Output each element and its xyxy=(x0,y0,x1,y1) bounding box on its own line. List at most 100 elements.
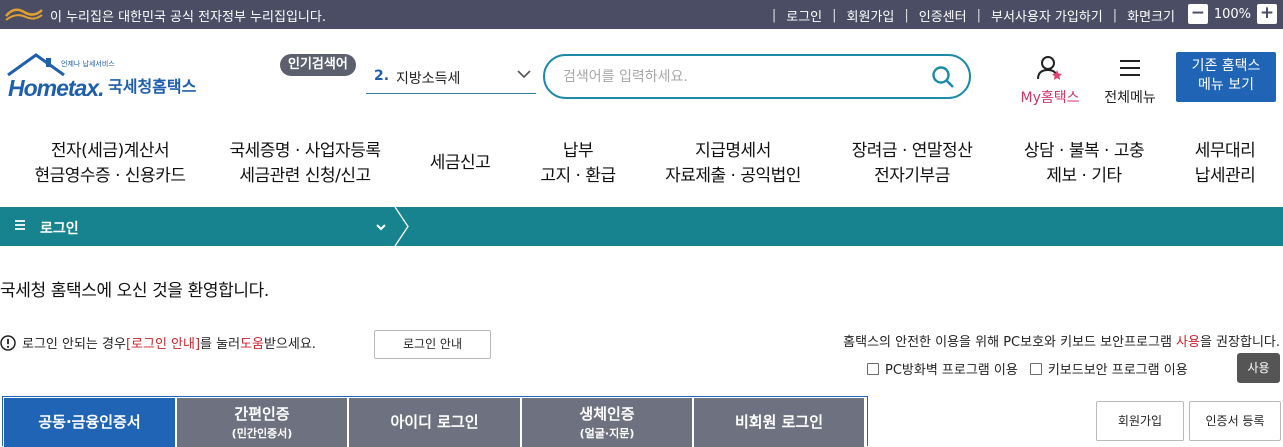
nav-tax-filing[interactable]: 세금신고 xyxy=(418,151,502,176)
nav-certificates[interactable]: 국세증명 · 사업자등록 세금관련 신청/신고 xyxy=(212,139,398,189)
popular-search-badge: 인기검색어 xyxy=(280,54,356,76)
security-options: PC방화벽 프로그램 이용 키보드보안 프로그램 이용 xyxy=(867,359,1188,378)
my-hometax-link[interactable]: My홈택스 xyxy=(1014,55,1086,107)
popular-rank: 2. xyxy=(374,68,390,84)
chevron-down-icon xyxy=(376,224,386,231)
tab-biometric[interactable]: 생체인증 (얼굴·지문) xyxy=(522,398,692,447)
zoom-in-button[interactable]: + xyxy=(1257,4,1277,24)
nav-label: 국세증명 · 사업자등록 xyxy=(229,141,381,161)
nav-label: 납세관리 xyxy=(1194,166,1256,186)
zoom-out-button[interactable]: − xyxy=(1187,4,1208,24)
tab-sublabel: (얼굴·지문) xyxy=(579,427,635,440)
all-menu-label: 전체메뉴 xyxy=(1104,90,1156,106)
tab-label: 공동·금융인증서 xyxy=(38,413,141,431)
warning-icon xyxy=(0,334,16,351)
search-box xyxy=(543,54,971,99)
site-header: 언제나 납세서비스 Hometax. 국세청홈택스 인기검색어 2. 지방소득세… xyxy=(0,29,1283,119)
gov-link-join[interactable]: 회원가입 xyxy=(847,6,895,25)
notice-text: 로그인 안되는 경우 xyxy=(22,337,126,352)
gov-notice-text: 이 누리집은 대한민국 공식 전자정부 누리집입니다. xyxy=(50,10,326,25)
use-security-button[interactable]: 사용 xyxy=(1237,353,1280,383)
popular-search-dropdown[interactable]: 2. 지방소득세 xyxy=(366,64,536,94)
login-method-tabs: 공동·금융인증서 간편인증 (민간인증서) 아이디 로그인 생체인증 (얼굴·지… xyxy=(2,396,868,447)
user-icon xyxy=(1037,56,1062,80)
nav-label: 제보 · 기타 xyxy=(1046,166,1122,186)
location-bar: 로그인 xyxy=(0,207,1283,246)
old-home-line1: 기존 홈택스 xyxy=(1191,58,1261,74)
tab-label: 간편인증 xyxy=(234,405,290,423)
notice-text: 받으세요. xyxy=(263,337,316,352)
nav-label: 지급명세서 xyxy=(695,141,771,161)
cert-register-button[interactable]: 인증서 등록 xyxy=(1189,401,1281,441)
nav-label: 전자(세금)계산서 xyxy=(50,141,170,161)
login-help-notice: 로그인 안되는 경우 [로그인 안내] 를 눌러 도움 받으세요. xyxy=(0,333,316,352)
security-recommendation: 홈택스의 안전한 이용을 위해 PC보호와 키보드 보안프로그램 사용을 권장합… xyxy=(843,331,1280,350)
zoom-value: 100% xyxy=(1213,6,1251,22)
tab-joint-cert[interactable]: 공동·금융인증서 xyxy=(4,398,175,447)
search-icon[interactable] xyxy=(931,65,955,89)
keyboard-security-checkbox[interactable] xyxy=(1029,362,1042,375)
gov-link-cert-center[interactable]: 인증센터 xyxy=(919,6,967,25)
security-use-text: 사용 xyxy=(1176,335,1200,350)
nav-payment-statement[interactable]: 지급명세서 자료제출 · 공익법인 xyxy=(650,139,816,189)
join-button[interactable]: 회원가입 xyxy=(1096,401,1184,441)
zoom-control: − 100% + xyxy=(1187,4,1277,24)
notice-text: 를 눌러 xyxy=(200,337,241,352)
nav-label: 자료제출 · 공익법인 xyxy=(665,166,801,186)
location-current: 로그인 xyxy=(40,221,79,237)
logo-wordmark: Hometax. xyxy=(8,75,105,101)
gov-link-dept-join[interactable]: 부서사용자 가입하기 xyxy=(991,6,1103,25)
old-hometax-button[interactable]: 기존 홈택스 메뉴 보기 xyxy=(1176,52,1276,102)
notice-guide-link[interactable]: [로그인 안내] xyxy=(126,333,200,352)
old-home-line2: 메뉴 보기 xyxy=(1198,77,1254,93)
all-menu-button[interactable]: 전체메뉴 xyxy=(1098,55,1162,107)
tab-label: 생체인증 xyxy=(579,405,635,423)
nav-einvoice[interactable]: 전자(세금)계산서 현금영수증 · 신용카드 xyxy=(20,139,200,189)
security-text: 홈택스의 안전한 이용을 위해 PC보호와 키보드 보안프로그램 xyxy=(843,335,1177,350)
my-hometax-label: My홈택스 xyxy=(1020,90,1080,106)
nav-label: 현금영수증 · 신용카드 xyxy=(34,166,186,186)
nav-label: 고지 · 환급 xyxy=(540,166,616,186)
tab-sublabel: (민간인증서) xyxy=(231,427,293,440)
breadcrumb-separator-icon xyxy=(394,207,409,246)
gov-emblem-icon xyxy=(5,8,43,21)
nav-label: 장려금 · 연말정산 xyxy=(851,141,973,161)
keyboard-security-label: 키보드보안 프로그램 이용 xyxy=(1047,363,1188,378)
notice-help-text: 도움 xyxy=(240,337,264,352)
nav-label: 상담 · 불복 · 고충 xyxy=(1023,141,1145,161)
gov-link-login[interactable]: 로그인 xyxy=(786,6,822,25)
pc-firewall-label: PC방화벽 프로그램 이용 xyxy=(885,363,1018,378)
security-text: 을 권장합니다. xyxy=(1199,335,1280,350)
popular-term: 지방소득세 xyxy=(396,71,461,87)
nav-label: 세금신고 xyxy=(429,153,491,173)
nav-payment[interactable]: 납부 고지 · 환급 xyxy=(522,139,634,189)
logo-korean-name: 국세청홈택스 xyxy=(108,77,197,96)
nav-incentive[interactable]: 장려금 · 연말정산 전자기부금 xyxy=(836,139,988,189)
gov-links: | 로그인 | 회원가입 | 인증센터 | 부서사용자 가입하기 | 화면크기 xyxy=(771,6,1175,25)
location-dropdown[interactable]: 로그인 xyxy=(0,207,400,246)
nav-label: 전자기부금 xyxy=(874,166,950,186)
tab-label: 아이디 로그인 xyxy=(390,413,479,431)
nav-consult[interactable]: 상담 · 불복 · 고충 제보 · 기타 xyxy=(1008,139,1160,189)
pc-firewall-checkbox[interactable] xyxy=(867,362,879,375)
tab-id-login[interactable]: 아이디 로그인 xyxy=(349,398,520,447)
welcome-heading: 국세청 홈택스에 오신 것을 환영합니다. xyxy=(0,281,269,301)
chevron-down-icon xyxy=(517,70,531,79)
roof-icon xyxy=(7,53,65,77)
logo-subtitle: 언제나 납세서비스 xyxy=(61,60,115,68)
nav-label: 세무대리 xyxy=(1194,141,1256,161)
hamburger-icon xyxy=(1120,60,1140,76)
nav-label: 세금관련 신청/신고 xyxy=(239,166,371,186)
main-navigation: 전자(세금)계산서 현금영수증 · 신용카드 국세증명 · 사업자등록 세금관련… xyxy=(0,119,1283,207)
tab-simple-auth[interactable]: 간편인증 (민간인증서) xyxy=(177,398,347,447)
nav-tax-agent[interactable]: 세무대리 납세관리 xyxy=(1180,139,1270,189)
tab-guest-login[interactable]: 비회원 로그인 xyxy=(694,398,864,447)
tab-label: 비회원 로그인 xyxy=(734,413,824,431)
login-guide-button[interactable]: 로그인 안내 xyxy=(374,330,491,359)
search-input[interactable] xyxy=(563,66,913,88)
gov-banner: 이 누리집은 대한민국 공식 전자정부 누리집입니다. | 로그인 | 회원가입… xyxy=(0,0,1283,29)
list-icon xyxy=(15,220,25,230)
nav-label: 납부 xyxy=(562,141,594,161)
gov-link-screen-size: 화면크기 xyxy=(1127,10,1175,25)
hometax-logo[interactable]: 언제나 납세서비스 Hometax. 국세청홈택스 xyxy=(4,53,224,103)
